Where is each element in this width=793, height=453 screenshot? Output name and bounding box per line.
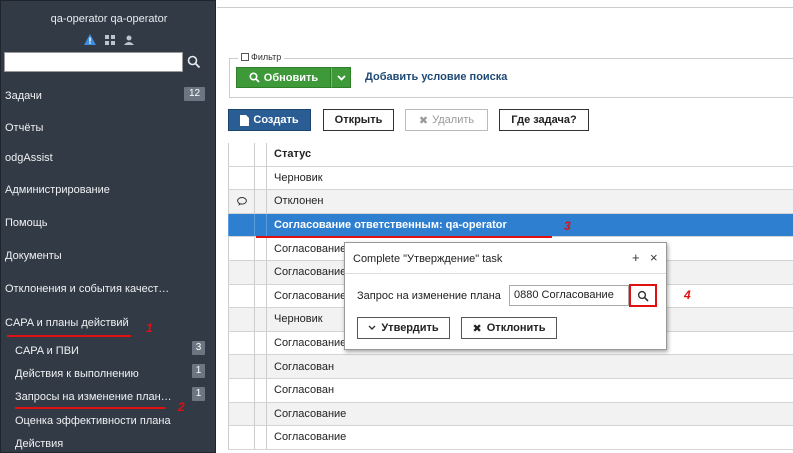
create-button-label: Создать [253, 114, 299, 126]
table-row[interactable]: Согласован [228, 378, 793, 403]
sidebar-subitem-plan-efficiency[interactable]: Оценка эффективности плана [15, 415, 171, 427]
table-row[interactable]: Отклонен [228, 190, 793, 214]
user-name[interactable]: qa-operator qa-operator [1, 13, 217, 25]
sidebar: qa-operator qa-operator Задачи 12 Отчёты… [0, 0, 216, 453]
row-status: Согласование [274, 431, 347, 444]
actions-count-badge: 1 [192, 364, 205, 378]
sidebar-item-capa-plans[interactable]: CAPA и планы действий [5, 317, 129, 329]
close-icon: ✖ [472, 322, 482, 335]
annotation-number-1: 1 [146, 321, 153, 335]
dialog-divider [345, 273, 666, 274]
filter-legend-label: Фильтр [251, 52, 282, 62]
row-status: Черновик [274, 171, 323, 184]
sidebar-subitem-actions-to-do[interactable]: Действия к выполнению [15, 368, 139, 380]
create-button[interactable]: Создать [228, 109, 311, 131]
document-icon [240, 114, 250, 126]
change-request-label: Запрос на изменение плана [357, 290, 501, 302]
sidebar-subitem-change-requests[interactable]: Запросы на изменение план… [15, 391, 172, 403]
row-status: Согласован [274, 384, 335, 397]
sidebar-item-administration[interactable]: Администрирование [5, 184, 110, 196]
filter-legend[interactable]: Фильтр [238, 52, 285, 62]
row-status: Отклонен [274, 195, 324, 208]
change-request-search-button[interactable] [629, 284, 657, 307]
open-button[interactable]: Открыть [323, 109, 394, 131]
table-row[interactable]: Черновик [228, 166, 793, 191]
delete-button[interactable]: ✖ Удалить [405, 109, 488, 131]
dialog-title: Complete "Утверждение" task [353, 253, 503, 265]
chevron-down-icon [336, 74, 346, 81]
close-icon[interactable]: × [650, 250, 658, 265]
refresh-button-label: Обновить [263, 71, 319, 84]
comment-icon [236, 196, 247, 206]
warning-icon[interactable] [84, 34, 96, 45]
sidebar-item-deviations[interactable]: Отклонения и события качест… [5, 283, 169, 295]
search-icon [249, 72, 260, 83]
row-status: Согласование [274, 407, 347, 420]
approve-button[interactable]: Утвердить [357, 317, 450, 339]
complete-task-dialog: Complete "Утверждение" task + × Запрос н… [344, 242, 667, 350]
change-requests-count-badge: 1 [192, 387, 205, 401]
search-icon[interactable] [186, 54, 202, 70]
row-status: Согласование [274, 337, 347, 350]
table-row[interactable]: Согласование [228, 426, 793, 450]
capa-pvi-count-badge: 3 [192, 341, 205, 355]
close-icon: ✖ [418, 114, 429, 127]
annotation-number-2: 2 [178, 400, 185, 414]
row-status: Согласование [274, 242, 347, 255]
tasks-count-badge: 12 [184, 87, 205, 101]
grid-icon[interactable] [105, 34, 115, 45]
annotation-underline-1 [7, 335, 131, 337]
sidebar-item-reports[interactable]: Отчёты [5, 122, 43, 134]
table-row[interactable]: Согласован [228, 355, 793, 379]
change-request-field[interactable]: 0880 Согласование [509, 285, 629, 306]
table-row[interactable]: Согласование [228, 402, 793, 427]
annotation-number-4: 4 [684, 288, 691, 302]
refresh-button[interactable]: Обновить [236, 67, 331, 88]
annotation-underline-2 [15, 407, 165, 409]
sidebar-subitem-capa-pvi[interactable]: CAPA и ПВИ [15, 345, 79, 357]
sidebar-item-help[interactable]: Помощь [5, 217, 48, 229]
column-header-status[interactable]: Статус [274, 143, 311, 166]
refresh-dropdown-button[interactable] [331, 67, 351, 88]
user-icons [1, 34, 217, 45]
approve-button-label: Утвердить [381, 322, 439, 334]
row-status: Согласование ответственным: qa-operator [274, 219, 507, 232]
maximize-icon[interactable]: + [632, 250, 640, 265]
table-header: Статус [228, 143, 793, 167]
table-row-selected[interactable]: Согласование ответственным: qa-operator [228, 213, 793, 238]
reject-button[interactable]: ✖ Отклонить [461, 317, 557, 339]
user-icon[interactable] [124, 35, 134, 45]
reject-button-label: Отклонить [486, 322, 546, 334]
top-bar [217, 0, 793, 8]
annotation-number-3: 3 [564, 219, 571, 233]
annotation-underline-3 [256, 236, 552, 238]
row-status: Согласован [274, 360, 335, 373]
where-task-button[interactable]: Где задача? [499, 109, 589, 131]
search-icon [637, 290, 649, 302]
add-search-condition-link[interactable]: Добавить условие поиска [365, 71, 507, 83]
sidebar-search-input[interactable] [4, 52, 183, 72]
sidebar-item-documents[interactable]: Документы [5, 250, 62, 262]
row-status: Согласование [274, 289, 347, 302]
delete-button-label: Удалить [432, 114, 475, 126]
chevron-down-icon [368, 325, 376, 330]
row-status: Черновик [274, 313, 323, 326]
row-status: Согласование [274, 266, 347, 279]
sidebar-item-tasks[interactable]: Задачи [5, 90, 42, 102]
sidebar-item-odgassist[interactable]: odgAssist [5, 152, 53, 164]
filter-collapse-icon[interactable] [241, 53, 249, 61]
sidebar-subitem-actions[interactable]: Действия [15, 438, 63, 450]
